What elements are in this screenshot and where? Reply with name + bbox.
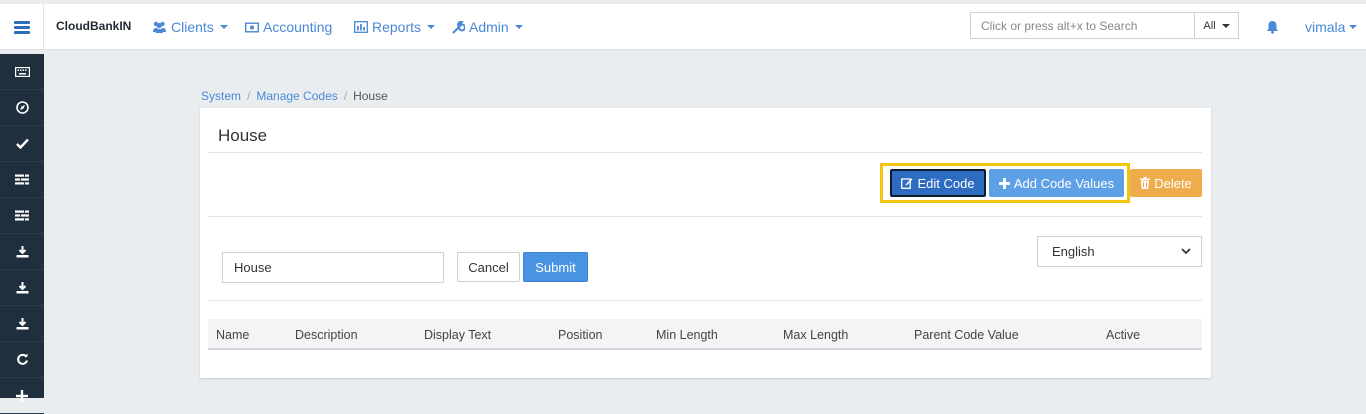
edit-code-button[interactable]: Edit Code bbox=[890, 169, 986, 197]
edit-code-label: Edit Code bbox=[917, 175, 975, 191]
list-icon bbox=[15, 210, 29, 221]
user-menu[interactable]: vimala bbox=[1305, 19, 1358, 35]
sidebar-item-add[interactable] bbox=[0, 378, 44, 414]
chevron-down-icon bbox=[1349, 25, 1358, 29]
nav-reports-label: Reports bbox=[372, 19, 422, 35]
wrench-icon bbox=[452, 20, 465, 33]
chevron-down-icon bbox=[219, 25, 228, 29]
sidebar-item-download-3[interactable] bbox=[0, 306, 44, 342]
column-header-name[interactable]: Name bbox=[216, 328, 249, 342]
user-name: vimala bbox=[1305, 19, 1346, 35]
language-select[interactable]: English bbox=[1037, 236, 1202, 267]
column-header-active[interactable]: Active bbox=[1106, 328, 1140, 342]
breadcrumb-system[interactable]: System bbox=[201, 89, 241, 103]
divider bbox=[208, 300, 1202, 301]
sidebar-item-keyboard[interactable] bbox=[0, 54, 44, 90]
sidebar-item-download-2[interactable] bbox=[0, 270, 44, 306]
nav-accounting[interactable]: Accounting bbox=[245, 19, 332, 35]
delete-label: Delete bbox=[1154, 175, 1192, 191]
nav-admin-label: Admin bbox=[469, 19, 509, 35]
breadcrumb-manage-codes[interactable]: Manage Codes bbox=[256, 89, 337, 103]
sidebar-item-checker[interactable] bbox=[0, 126, 44, 162]
column-header-min-length[interactable]: Min Length bbox=[656, 328, 718, 342]
code-details-card: House Edit Code Add Code Values Delete H… bbox=[200, 108, 1211, 378]
menu-toggle-button[interactable] bbox=[0, 4, 44, 50]
breadcrumb-separator: / bbox=[247, 89, 251, 103]
chevron-down-icon bbox=[1181, 248, 1191, 255]
plus-icon bbox=[16, 389, 28, 402]
sidebar-item-collections[interactable] bbox=[0, 198, 44, 234]
submit-button[interactable]: Submit bbox=[523, 252, 588, 282]
divider bbox=[208, 216, 1202, 217]
cancel-button[interactable]: Cancel bbox=[457, 252, 520, 282]
nav-clients[interactable]: Clients bbox=[152, 19, 228, 35]
hamburger-icon bbox=[13, 21, 30, 34]
page-title: House bbox=[218, 126, 268, 145]
sidebar-item-navigation[interactable] bbox=[0, 90, 44, 126]
breadcrumb-separator: / bbox=[343, 89, 348, 103]
language-select-value: English bbox=[1052, 244, 1095, 259]
code-values-table-header: Name Description Display Text Position M… bbox=[208, 319, 1202, 350]
column-header-description[interactable]: Description bbox=[295, 328, 358, 342]
top-navbar: CloudBankIN Clients Accounting Reports A… bbox=[0, 4, 1366, 50]
nav-accounting-label: Accounting bbox=[263, 19, 333, 35]
chevron-down-icon bbox=[514, 25, 523, 29]
divider bbox=[208, 152, 1202, 153]
add-code-values-button[interactable]: Add Code Values bbox=[989, 169, 1124, 197]
chevron-down-icon bbox=[1221, 23, 1230, 28]
sidebar bbox=[0, 54, 44, 414]
brand-name[interactable]: CloudBankIN bbox=[56, 19, 131, 33]
refresh-icon bbox=[16, 353, 28, 365]
search-input[interactable]: Click or press alt+x to Search bbox=[970, 12, 1195, 39]
sidebar-item-refresh[interactable] bbox=[0, 342, 44, 378]
add-code-values-label: Add Code Values bbox=[1013, 175, 1115, 191]
column-header-max-length[interactable]: Max Length bbox=[783, 328, 848, 342]
bell-icon[interactable] bbox=[1266, 20, 1279, 34]
users-icon bbox=[153, 21, 166, 33]
column-header-parent-code-value[interactable]: Parent Code Value bbox=[914, 328, 1019, 342]
keyboard-icon bbox=[14, 66, 30, 77]
bar-chart-icon bbox=[354, 21, 368, 33]
breadcrumb-current: House bbox=[353, 89, 388, 103]
edit-icon bbox=[901, 178, 913, 189]
download-icon bbox=[16, 318, 28, 330]
check-icon bbox=[15, 138, 29, 149]
nav-clients-label: Clients bbox=[171, 19, 214, 35]
nav-reports[interactable]: Reports bbox=[354, 19, 436, 35]
sidebar-item-tasks[interactable] bbox=[0, 162, 44, 198]
delete-button[interactable]: Delete bbox=[1130, 169, 1202, 197]
chevron-down-icon bbox=[427, 25, 436, 29]
trash-icon bbox=[1140, 177, 1151, 189]
breadcrumb: System / Manage Codes / House bbox=[201, 89, 388, 103]
column-header-position[interactable]: Position bbox=[558, 328, 602, 342]
download-icon bbox=[16, 282, 28, 294]
column-header-display-text[interactable]: Display Text bbox=[424, 328, 491, 342]
nav-admin[interactable]: Admin bbox=[452, 19, 523, 35]
search-scope-dropdown[interactable]: All bbox=[1194, 12, 1239, 39]
money-icon bbox=[245, 22, 259, 33]
sidebar-item-download-1[interactable] bbox=[0, 234, 44, 270]
compass-icon bbox=[15, 101, 29, 114]
code-name-input[interactable]: House bbox=[222, 252, 444, 283]
plus-icon bbox=[998, 177, 1010, 189]
search-scope-label: All bbox=[1203, 19, 1216, 32]
download-icon bbox=[16, 246, 28, 258]
list-icon bbox=[15, 174, 29, 185]
